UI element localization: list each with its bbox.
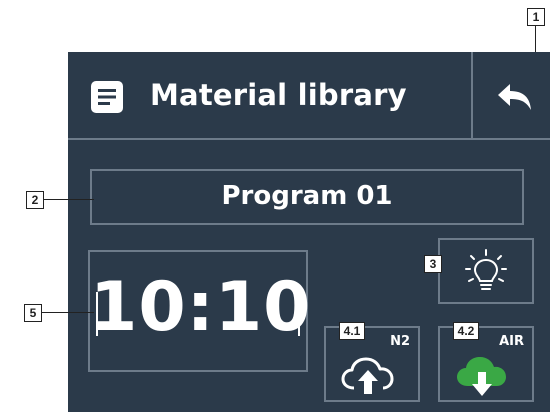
callout-4-1: 4.1 — [339, 322, 365, 340]
light-bulb-icon — [465, 249, 507, 290]
clock-right-bar — [298, 292, 300, 336]
document-icon[interactable] — [90, 80, 124, 118]
callout-1: 1 — [527, 8, 545, 26]
callout-2-leader — [44, 199, 94, 200]
clock-time: 10:10 — [90, 268, 312, 347]
n2-label: N2 — [390, 334, 410, 349]
page-title: Material library — [150, 78, 407, 112]
light-button[interactable] — [438, 238, 534, 304]
callout-5-leader — [42, 312, 94, 313]
callout-2: 2 — [26, 191, 44, 209]
cloud-download-icon — [457, 357, 506, 396]
callout-5: 5 — [24, 304, 42, 322]
header-divider — [68, 138, 550, 140]
screen-panel: Material library Program 01 10:10 N2 AIR — [68, 52, 550, 412]
back-arrow-icon[interactable] — [496, 82, 534, 116]
callout-3: 3 — [424, 255, 442, 273]
callout-4-2: 4.2 — [453, 322, 479, 340]
cloud-upload-icon — [341, 357, 394, 394]
header-divider-vertical — [471, 52, 473, 138]
clock-display: 10:10 — [88, 250, 312, 372]
program-display[interactable]: Program 01 — [90, 169, 524, 225]
program-label: Program 01 — [221, 181, 393, 211]
air-label: AIR — [499, 334, 524, 349]
